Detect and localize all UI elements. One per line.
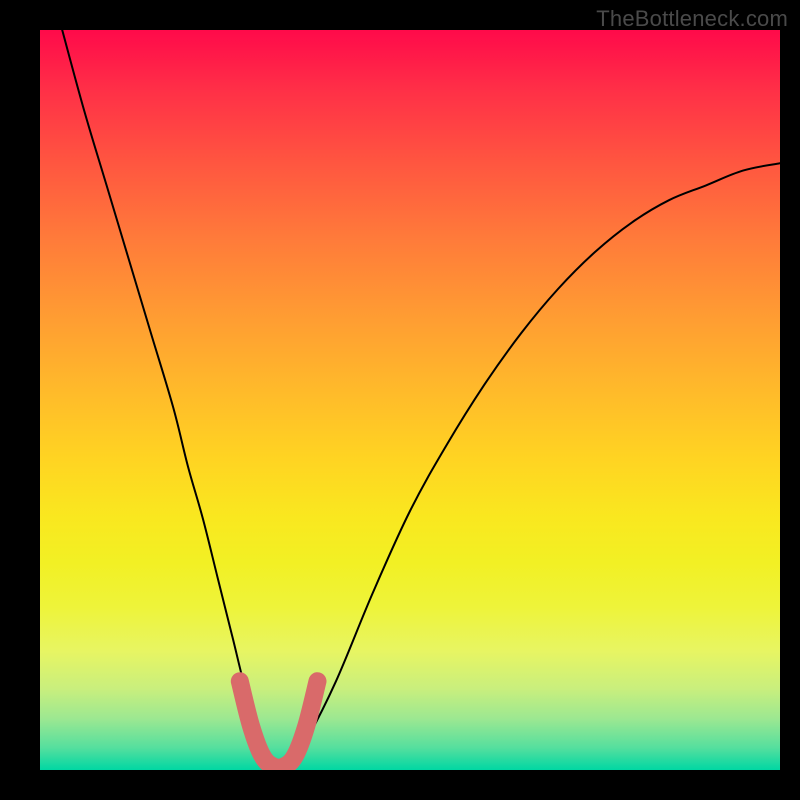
plot-area [40, 30, 780, 770]
optimum-highlight [240, 681, 318, 768]
bottleneck-curve [62, 30, 780, 766]
watermark-text: TheBottleneck.com [596, 6, 788, 32]
chart-frame: TheBottleneck.com [0, 0, 800, 800]
curve-layer [40, 30, 780, 770]
